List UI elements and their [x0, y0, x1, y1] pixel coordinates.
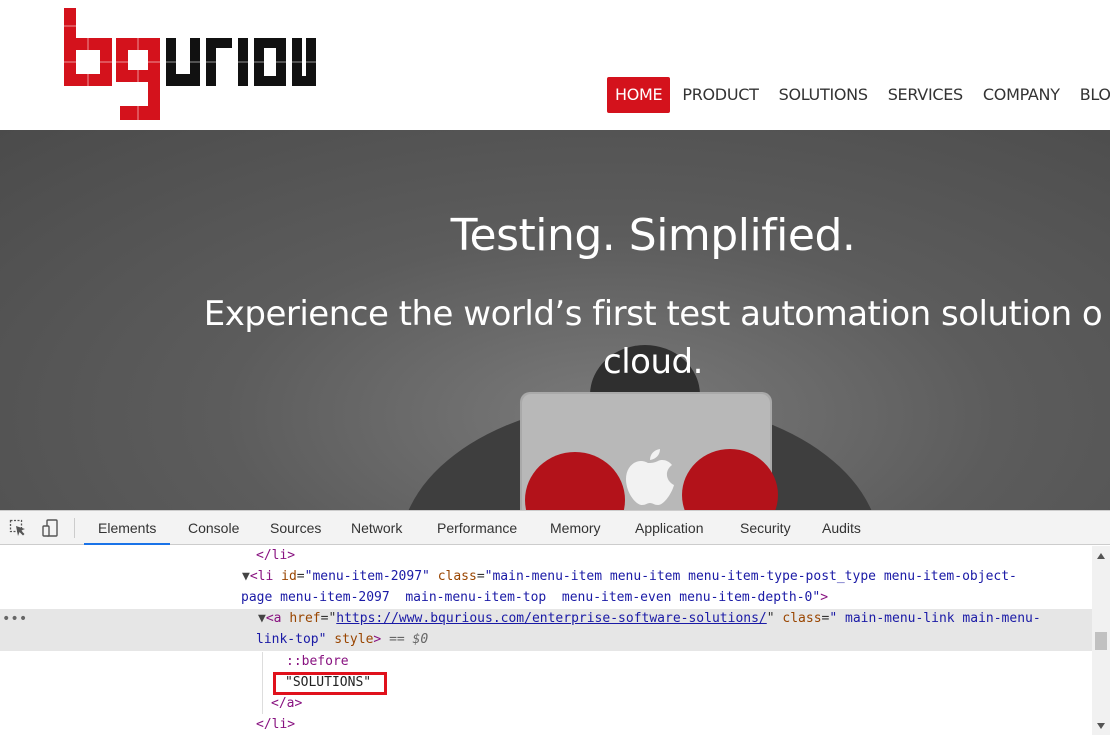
collapse-triangle-icon[interactable]: ▼ [242, 569, 250, 584]
dom-node-a-wrap: link-top" style> == $0 [256, 632, 429, 647]
tab-sources[interactable]: Sources [256, 511, 335, 545]
scroll-down-arrow-icon[interactable] [1097, 723, 1105, 729]
dom-node-close-li[interactable]: </li> [0, 546, 1092, 567]
inspect-element-icon[interactable] [9, 519, 27, 537]
hero-subtitle-line1: Experience the world’s first test automa… [203, 294, 1103, 334]
toolbar-separator [74, 518, 75, 538]
dom-node-close-li-2[interactable]: </li> [0, 715, 1092, 735]
nav-product[interactable]: PRODUCT [674, 77, 766, 113]
collapse-triangle-icon[interactable]: ▼ [258, 611, 266, 626]
devtools-panel: Elements Console Sources Network Perform… [0, 510, 1110, 735]
dom-node-li[interactable]: ▼<li id="menu-item-2097" class="main-men… [0, 567, 1092, 588]
dom-node-close-a[interactable]: </a> [0, 694, 1092, 715]
tab-audits[interactable]: Audits [808, 511, 875, 545]
tab-application[interactable]: Application [621, 511, 718, 545]
bqurious-logo[interactable] [64, 8, 316, 120]
nav-services[interactable]: SERVICES [880, 77, 971, 113]
devtools-toolbar: Elements Console Sources Network Perform… [0, 511, 1110, 545]
nav-solutions[interactable]: SOLUTIONS [771, 77, 876, 113]
annotation-highlight-box [273, 672, 387, 695]
tab-memory[interactable]: Memory [536, 511, 615, 545]
tab-elements[interactable]: Elements [84, 511, 171, 545]
dom-node-pseudo-before[interactable]: ::before [0, 652, 1092, 673]
tab-performance[interactable]: Performance [423, 511, 531, 545]
dom-node-li-wrap: page menu-item-2097 main-menu-item-top m… [241, 590, 829, 605]
scroll-up-arrow-icon[interactable] [1097, 553, 1105, 559]
site-header: HOME PRODUCT SOLUTIONS SERVICES COMPANY … [0, 0, 1110, 130]
href-link[interactable]: https://www.bqurious.com/enterprise-soft… [336, 611, 766, 626]
scrollbar-thumb[interactable] [1095, 632, 1107, 650]
tab-security[interactable]: Security [726, 511, 805, 545]
nav-blog[interactable]: BLOG [1072, 77, 1110, 113]
dom-node-text-solutions[interactable]: "SOLUTIONS" [0, 673, 1092, 694]
hero-title: Testing. Simplified. [450, 210, 856, 261]
nav-home[interactable]: HOME [607, 77, 671, 113]
device-toolbar-icon[interactable] [42, 519, 60, 537]
hero-subtitle-line2: cloud. [603, 342, 703, 382]
hero-subtitle: Experience the world’s first test automa… [0, 290, 1110, 386]
hero-banner: Testing. Simplified. Experience the worl… [0, 130, 1110, 510]
main-nav: HOME PRODUCT SOLUTIONS SERVICES COMPANY … [607, 77, 1110, 113]
elements-scrollbar[interactable] [1092, 546, 1110, 735]
tab-network[interactable]: Network [337, 511, 416, 545]
more-options-icon[interactable]: ••• [2, 609, 27, 629]
nav-company[interactable]: COMPANY [975, 77, 1068, 113]
tab-console[interactable]: Console [174, 511, 253, 545]
elements-tree: </li> ▼<li id="menu-item-2097" class="ma… [0, 546, 1092, 735]
